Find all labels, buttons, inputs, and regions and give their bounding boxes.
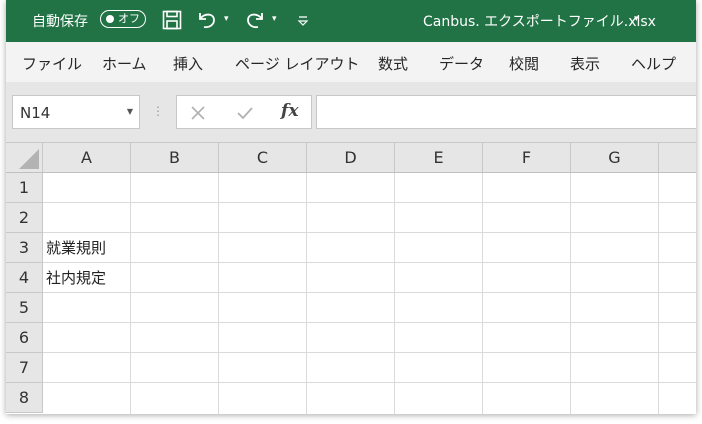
- fx-icon[interactable]: fx: [281, 101, 298, 121]
- row-header-5[interactable]: 5: [6, 293, 43, 323]
- column-header-e[interactable]: E: [395, 143, 483, 172]
- gridline: [43, 322, 696, 323]
- excel-window: 自動保存 オフ ▾ ▾ Canbus. エクスポートファイル.xlsx ▾ ファ…: [6, 0, 696, 414]
- redo-icon[interactable]: [244, 10, 266, 34]
- undo-dropdown-icon[interactable]: ▾: [224, 14, 229, 24]
- column-header-g[interactable]: G: [571, 143, 659, 172]
- gridline: [306, 173, 307, 414]
- row-header-1[interactable]: 1: [6, 173, 43, 203]
- title-bar: 自動保存 オフ ▾ ▾ Canbus. エクスポートファイル.xlsx ▾: [6, 0, 696, 42]
- select-all-corner[interactable]: [6, 143, 43, 172]
- row-header-8[interactable]: 8: [6, 383, 43, 413]
- gridline: [570, 173, 571, 414]
- formula-bar-grip[interactable]: ⋮: [152, 104, 164, 118]
- autosave-label: 自動保存: [32, 14, 88, 30]
- formula-buttons: fx: [176, 95, 312, 129]
- formula-input[interactable]: [316, 95, 696, 129]
- tab-data[interactable]: データ: [439, 53, 484, 74]
- cell-a3[interactable]: 就業規則: [46, 233, 106, 263]
- gridline: [658, 173, 659, 414]
- tab-home[interactable]: ホーム: [102, 53, 147, 74]
- tab-file[interactable]: ファイル: [22, 53, 82, 74]
- save-icon[interactable]: [162, 10, 182, 34]
- enter-icon[interactable]: [236, 105, 254, 125]
- name-box-dropdown-icon[interactable]: ▼: [127, 107, 133, 116]
- file-name-dropdown-icon[interactable]: ▾: [634, 14, 639, 24]
- row-header-2[interactable]: 2: [6, 203, 43, 233]
- gridline: [43, 292, 696, 293]
- tab-view[interactable]: 表示: [570, 53, 600, 74]
- tab-page-layout[interactable]: ページ レイアウト: [235, 53, 359, 74]
- name-box[interactable]: N14 ▼: [12, 95, 140, 129]
- cancel-icon[interactable]: [190, 105, 206, 125]
- column-header-partial[interactable]: [659, 143, 696, 172]
- header-divider: [6, 172, 696, 173]
- row-header-4[interactable]: 4: [6, 263, 43, 293]
- formula-bar: N14 ▼ ⋮ fx: [6, 82, 696, 142]
- gridline: [43, 262, 696, 263]
- column-header-d[interactable]: D: [307, 143, 395, 172]
- customize-toolbar-icon[interactable]: [297, 13, 309, 32]
- row-header-7[interactable]: 7: [6, 353, 43, 383]
- toggle-knob: [106, 14, 114, 23]
- name-box-value: N14: [20, 104, 51, 122]
- file-name[interactable]: Canbus. エクスポートファイル.xlsx: [423, 11, 656, 31]
- gridline: [482, 173, 483, 414]
- gridline: [43, 382, 696, 383]
- ribbon-tabs: ファイル ホーム 挿入 ページ レイアウト 数式 データ 校閲 表示 ヘルプ: [6, 42, 696, 82]
- gridline: [218, 173, 219, 414]
- spreadsheet-grid: A B C D E F G 1 2 3 4 5 6 7 8 就業規則 社内規定: [6, 142, 696, 414]
- autosave-toggle[interactable]: オフ: [100, 10, 146, 28]
- redo-dropdown-icon[interactable]: ▾: [272, 14, 277, 24]
- tab-review[interactable]: 校閲: [509, 53, 539, 74]
- gridline: [394, 173, 395, 414]
- column-header-c[interactable]: C: [219, 143, 307, 172]
- row-header-6[interactable]: 6: [6, 323, 43, 353]
- gridline: [43, 202, 696, 203]
- tab-insert[interactable]: 挿入: [173, 53, 203, 74]
- column-header-b[interactable]: B: [131, 143, 219, 172]
- tab-formulas[interactable]: 数式: [378, 53, 408, 74]
- column-header-a[interactable]: A: [43, 143, 131, 172]
- gridline: [43, 352, 696, 353]
- autosave-state: オフ: [118, 12, 140, 25]
- column-header-f[interactable]: F: [483, 143, 571, 172]
- gridline: [130, 173, 131, 414]
- select-all-icon: [19, 149, 39, 169]
- row-header-3[interactable]: 3: [6, 233, 43, 263]
- tab-help[interactable]: ヘルプ: [631, 53, 676, 74]
- cell-a4[interactable]: 社内規定: [46, 263, 106, 293]
- gridline: [43, 232, 696, 233]
- undo-icon[interactable]: [196, 10, 218, 34]
